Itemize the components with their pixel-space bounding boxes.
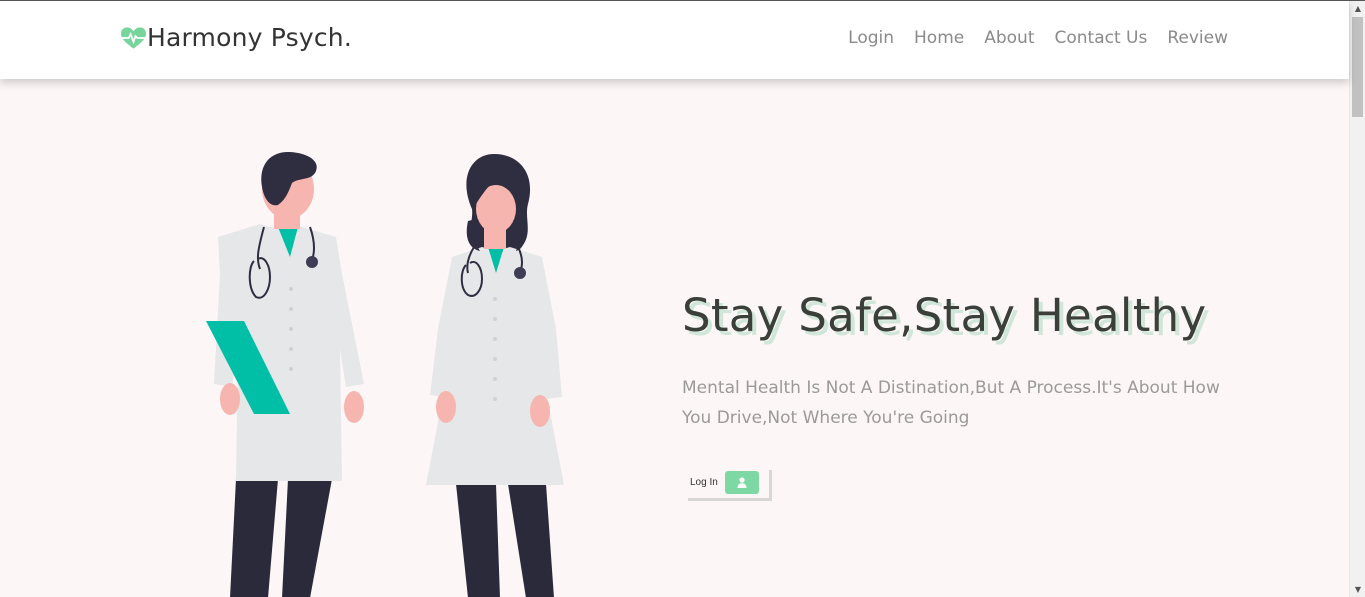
user-icon	[737, 477, 747, 488]
login-button-label: Log In	[690, 477, 718, 488]
nav-home[interactable]: Home	[914, 28, 964, 48]
hero-headline: Stay Safe,Stay Healthy	[682, 289, 1207, 342]
page: Harmony Psych. Login Home About Contact …	[0, 0, 1365, 597]
scroll-thumb[interactable]	[1352, 17, 1363, 117]
scroll-down-arrow-icon[interactable]: ▼	[1353, 585, 1363, 595]
nav-review[interactable]: Review	[1167, 28, 1228, 48]
vertical-scrollbar[interactable]: ▲ ▼	[1349, 1, 1365, 597]
brand-logo[interactable]: Harmony Psych.	[120, 23, 352, 52]
user-icon-box	[724, 471, 759, 494]
nav-contact-us[interactable]: Contact Us	[1054, 28, 1147, 48]
scroll-up-arrow-icon[interactable]: ▲	[1353, 4, 1363, 14]
hero-login-button[interactable]: Log In	[685, 467, 769, 498]
brand-name: Harmony Psych.	[147, 23, 352, 52]
main-nav: Login Home About Contact Us Review	[848, 28, 1228, 48]
female-doctor-figure	[426, 154, 564, 597]
heart-pulse-icon	[120, 26, 147, 49]
nav-about[interactable]: About	[984, 28, 1034, 48]
top-navbar: Harmony Psych. Login Home About Contact …	[0, 1, 1349, 79]
male-doctor-figure	[206, 151, 364, 597]
doctors-illustration	[206, 151, 564, 597]
nav-login[interactable]: Login	[848, 28, 894, 48]
hero-subtext: Mental Health Is Not A Distination,But A…	[682, 378, 1220, 428]
